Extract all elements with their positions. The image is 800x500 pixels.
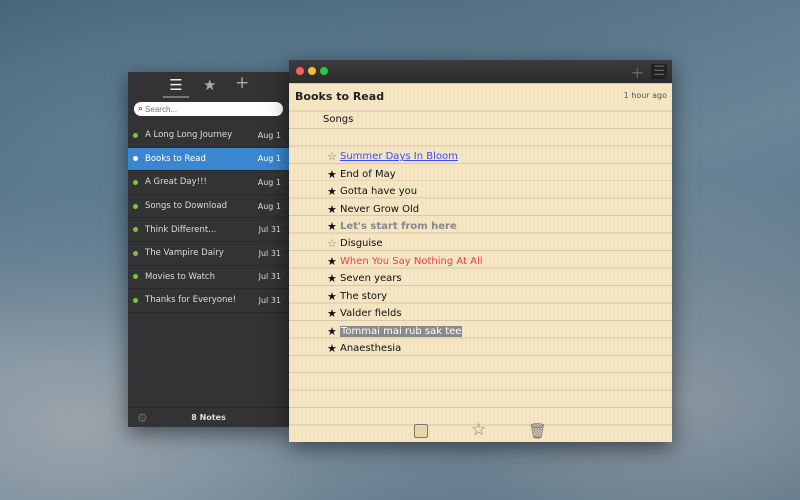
song-title: Anaesthesia (340, 343, 402, 355)
starred-tab-star-icon[interactable]: ★ (203, 76, 216, 94)
song-title: End of May (340, 168, 396, 180)
star-filled-icon: ★ (327, 289, 337, 303)
note-list-item[interactable]: The Vampire Dairy Jul 31 (128, 242, 289, 266)
song-list: ☆ Summer Days In Bloom ★ End of May ★ Gotta h… (327, 148, 483, 357)
search-field[interactable]: ⌕ (134, 102, 283, 116)
color-swatch-icon[interactable] (414, 424, 428, 438)
note-title: Books to Read (295, 90, 385, 103)
star-icon[interactable]: ☆ (471, 420, 486, 440)
song-title: Seven years (340, 273, 402, 285)
note-list-item[interactable]: A Great Day!!! Aug 1 (128, 171, 289, 195)
song-title[interactable]: Summer Days In Bloom (340, 151, 458, 162)
note-dot-icon (133, 156, 138, 162)
song-item[interactable]: ★ Anaesthesia (327, 340, 483, 357)
note-date: Aug 1 (257, 130, 281, 140)
trash-icon[interactable]: 🗑 (528, 422, 547, 440)
song-title: Tommai mai rub sak tee (340, 325, 463, 337)
sidebar-tabs: ☰ ★ + (128, 72, 289, 100)
zoom-button[interactable] (320, 67, 328, 75)
note-list-item[interactable]: Books to Read Aug 1 (128, 147, 289, 172)
minimize-button[interactable] (308, 67, 316, 75)
star-filled-icon: ★ (327, 254, 337, 268)
section-heading: Songs (323, 114, 354, 125)
song-item[interactable]: ★ When You Say Nothing At All (327, 253, 483, 270)
note-dot-icon (133, 132, 138, 138)
note-title: A Long Long Journey (145, 130, 233, 141)
song-item[interactable]: ★ Seven years (327, 270, 483, 287)
note-list-item[interactable]: Think Different... Jul 31 (128, 218, 289, 242)
note-title: Songs to Download (145, 201, 227, 212)
note-title: Thanks for Everyone! (145, 295, 236, 306)
menu-icon[interactable]: ☰ (651, 64, 667, 79)
note-paper[interactable]: Books to Read 1 hour ago Songs ☆ Summer D… (289, 83, 672, 442)
search-input[interactable] (145, 104, 271, 114)
new-note-plus-icon[interactable]: + (631, 63, 644, 82)
song-title: Let's start from here (340, 220, 457, 232)
notes-list: A Long Long Journey Aug 1 Books to Read Aug… (128, 124, 289, 313)
star-outline-icon: ☆ (327, 150, 337, 164)
song-item[interactable]: ★ Valder fields (327, 305, 483, 322)
note-dot-icon (133, 274, 138, 280)
add-note-plus-icon[interactable]: + (235, 73, 249, 93)
note-title: A Great Day!!! (145, 177, 207, 188)
note-dot-icon (133, 203, 138, 209)
note-date: Jul 31 (258, 272, 281, 282)
note-list-item[interactable]: Thanks for Everyone! Jul 31 (128, 289, 289, 313)
song-item[interactable]: ★ The story (327, 288, 483, 305)
close-button[interactable] (296, 67, 304, 75)
note-date: Jul 31 (258, 248, 281, 258)
song-title: Gotta have you (340, 186, 418, 198)
gear-icon[interactable]: ⚙ (137, 411, 148, 425)
star-filled-icon: ★ (327, 324, 337, 338)
song-item[interactable]: ★ Let's start from here (327, 218, 483, 235)
modified-time: 1 hour ago (623, 91, 667, 100)
note-date: Aug 1 (257, 177, 281, 187)
note-list-item[interactable]: Songs to Download Aug 1 (128, 195, 289, 219)
search-icon: ⌕ (138, 104, 144, 114)
bottom-toolbar: ☆ 🗑 (289, 420, 672, 442)
song-title: The story (340, 290, 388, 302)
note-date: Jul 31 (258, 295, 281, 305)
song-item[interactable]: ★ Tommai mai rub sak tee (327, 322, 483, 339)
note-title: Think Different... (145, 224, 217, 235)
song-title: Valder fields (340, 308, 402, 320)
song-item[interactable]: ☆ Summer Days In Bloom (327, 148, 483, 165)
song-item[interactable]: ★ End of May (327, 165, 483, 182)
star-outline-icon: ☆ (327, 237, 337, 251)
song-item[interactable]: ☆ Disguise (327, 235, 483, 252)
note-date: Jul 31 (258, 225, 281, 235)
notes-count: 8 Notes (191, 413, 226, 422)
sidebar-footer: ⚙ 8 Notes (128, 407, 289, 427)
song-title: Never Grow Old (340, 203, 420, 215)
note-dot-icon (133, 297, 138, 303)
song-item[interactable]: ★ Gotta have you (327, 183, 483, 200)
song-item[interactable]: ★ Never Grow Old (327, 200, 483, 217)
note-dot-icon (133, 250, 138, 256)
star-filled-icon: ★ (327, 342, 337, 356)
notes-sidebar: ☰ ★ + ⌕ A Long Long JourneyAug 1Books to… (128, 72, 289, 427)
note-date: Aug 1 (257, 201, 281, 211)
note-dot-icon (133, 179, 138, 185)
note-title: The Vampire Dairy (145, 248, 224, 259)
note-title: Books to Read (145, 153, 206, 164)
song-title: Disguise (340, 238, 383, 250)
star-filled-icon: ★ (327, 167, 337, 181)
note-dot-icon (133, 227, 138, 233)
note-date: Aug 1 (257, 154, 281, 164)
note-title: Movies to Watch (145, 271, 215, 282)
note-window: + ☰ Books to Read 1 hour ago Songs ☆ Summ… (289, 60, 672, 442)
star-filled-icon: ★ (327, 307, 337, 321)
song-title: When You Say Nothing At All (340, 255, 483, 267)
note-list-item[interactable]: A Long Long Journey Aug 1 (128, 124, 289, 148)
star-filled-icon: ★ (327, 185, 337, 199)
note-list-item[interactable]: Movies to Watch Jul 31 (128, 266, 289, 290)
star-filled-icon: ★ (327, 272, 337, 286)
star-filled-icon: ★ (327, 219, 337, 233)
star-filled-icon: ★ (327, 202, 337, 216)
title-bar: + ☰ (289, 60, 672, 83)
all-notes-tab[interactable]: ☰ (163, 76, 189, 98)
